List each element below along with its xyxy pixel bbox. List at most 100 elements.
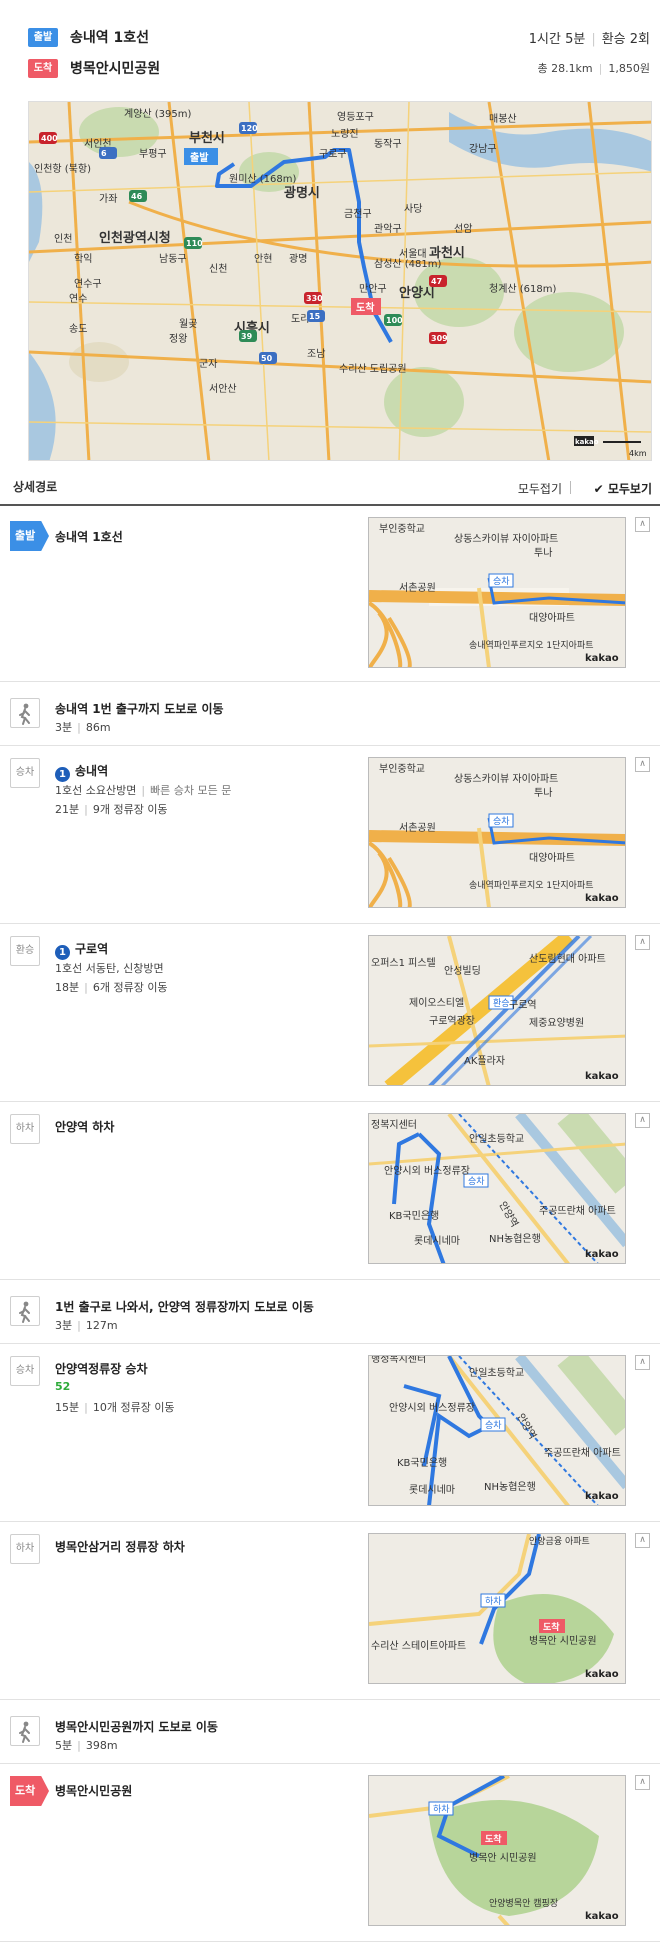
step-board-subway: 승차 1 송내역 1호선 소요산방면 | 빠른 승차 모든 문 21분 | 9개 정류장 …: [0, 746, 660, 924]
overview-map-label: 서안산: [209, 383, 237, 395]
collapse-button[interactable]: ∧: [635, 757, 650, 772]
overview-map-label: 만안구: [359, 283, 387, 295]
step-alight-bus: 하차 병목안삼거리 정류장 하차 하차 도착 안양금융 아파트 수리산 스테이트…: [0, 1522, 660, 1700]
overview-map-label: 노량진: [331, 128, 359, 140]
step-map-2-svg: 승차 부인중학교 상동스카이뷰 자이아파트 투나 서촌공원 대양아파트 송내역파…: [369, 758, 625, 907]
overview-map-label: 군자: [199, 358, 217, 370]
road-number-label: 330: [306, 294, 323, 303]
step-map-1[interactable]: 승차 부인중학교 상동스카이뷰 자이아파트 투나 서촌공원 대양아파트 송내역파…: [368, 517, 626, 668]
overview-map-label: 사당: [404, 203, 422, 215]
overview-map-label: 학익: [74, 253, 92, 265]
show-all-button[interactable]: ✔ 모두보기: [594, 480, 652, 497]
map-label: 롯데시네마: [414, 1235, 460, 1247]
overview-map-label: 영등포구: [337, 111, 374, 123]
step-map-2[interactable]: 승차 부인중학교 상동스카이뷰 자이아파트 투나 서촌공원 대양아파트 송내역파…: [368, 757, 626, 908]
overview-map-label: 원미산 (168m): [229, 173, 297, 185]
collapse-button[interactable]: ∧: [635, 1355, 650, 1370]
step-walk-2: 1번 출구로 나와서, 안양역 정류장까지 도보로 이동 3분 | 127m: [0, 1280, 660, 1344]
map-label: 대양아파트: [529, 852, 575, 864]
road-number-label: 47: [431, 277, 442, 286]
map-label: 투나: [534, 787, 552, 799]
collapse-button[interactable]: ∧: [635, 1533, 650, 1548]
road-number-label: 39: [241, 332, 253, 341]
map-label: 서촌공원: [399, 582, 436, 594]
map-marker: 환승: [493, 997, 510, 1009]
map-marker: 하차: [433, 1803, 450, 1815]
map-label: 부인중학교: [379, 523, 425, 535]
step-map-6-svg: 하차 도착 안양금융 아파트 수리산 스테이트아파트 병목안 시민공원 kaka…: [369, 1534, 625, 1683]
step-map-3[interactable]: 환승 오퍼스1 피스텔 안성빌딩 산도림현대 아파트 제이오스티엘 구로역광장 …: [368, 935, 626, 1086]
step-map-4[interactable]: 승차 정복지센터 안일초등학교 안양시외 버스정류장 안양역 KB국민은행 롯데…: [368, 1113, 626, 1264]
step-walk-1: 송내역 1번 출구까지 도보로 이동 3분 | 86m: [0, 682, 660, 746]
transfer-icon: 환승: [10, 936, 40, 966]
road-number-label: 15: [309, 312, 321, 321]
start-row: 출발 송내역 1호선 1시간 5분 | 환승 2회: [28, 24, 650, 50]
map-end-marker: 도착: [485, 1833, 502, 1845]
collapse-button[interactable]: ∧: [635, 1775, 650, 1790]
overview-map-label: 남동구: [159, 253, 187, 265]
step-meta: 21분 | 9개 정류장 이동: [55, 803, 168, 816]
overview-end-marker: 도착: [356, 301, 375, 314]
map-label: 정복지센터: [371, 1119, 417, 1131]
route-distance-fare: 총 28.1km | 1,850원: [537, 62, 650, 75]
map-logo: kakao: [585, 893, 619, 904]
overview-map-label: 안양시: [399, 285, 435, 301]
map-marker: 승차: [468, 1175, 485, 1187]
detail-route-bar: 상세경로 모두접기 ✔ 모두보기: [0, 470, 660, 506]
step-title: 병목안삼거리 정류장 하차: [55, 1540, 185, 1554]
map-label: 안양금융 아파트: [529, 1536, 590, 1547]
step-meta: 3분 | 86m: [55, 721, 111, 734]
overview-map-label: 안현: [254, 253, 272, 265]
overview-map-label: 정왕: [169, 333, 187, 345]
map-label: 안양시외 버스정류장: [389, 1402, 475, 1414]
overview-map-label: 조남: [307, 348, 325, 360]
overview-map-label: 금천구: [344, 208, 372, 220]
check-icon: ✔: [593, 482, 608, 496]
map-label: 투나: [534, 547, 552, 559]
overview-map-label: 인천: [54, 233, 72, 245]
overview-map-label: 구로구: [319, 149, 347, 160]
map-logo: kakao: [585, 653, 619, 664]
map-label: 안일초등학교: [469, 1133, 524, 1145]
step-map-7[interactable]: 하차 도착 병목안 시민공원 안양병목안 캠핑장 kakao: [368, 1775, 626, 1926]
end-badge: 도착: [28, 58, 58, 78]
step-title: 송내역 1호선: [55, 530, 123, 544]
overview-map-label: 강남구: [469, 143, 497, 155]
overview-map-label: 송도: [69, 323, 87, 335]
map-label: 대양아파트: [529, 612, 575, 624]
step-map-6[interactable]: 하차 도착 안양금융 아파트 수리산 스테이트아파트 병목안 시민공원 kaka…: [368, 1533, 626, 1684]
map-label: 서촌공원: [399, 822, 436, 834]
map-logo: kakao: [585, 1249, 619, 1260]
overview-start-marker: 출발: [190, 151, 209, 164]
overview-map-label: 청계산 (618m): [489, 283, 557, 295]
map-label: 병목안 시민공원: [529, 1635, 597, 1647]
step-title: 1 구로역: [55, 940, 108, 960]
overview-map-svg: 출발 도착 인천광역시청부천시광명시시흥시안양시과천시연수구영등포구동작구 강남구…: [29, 102, 651, 460]
walk-icon: [10, 1716, 40, 1746]
end-name: 병목안시민공원: [70, 61, 161, 77]
collapse-button[interactable]: ∧: [635, 1113, 650, 1128]
road-number-label: 50: [261, 354, 273, 363]
map-logo: kakao: [585, 1491, 619, 1502]
collapse-button[interactable]: ∧: [635, 935, 650, 950]
overview-map-label: 매봉산: [489, 113, 517, 125]
map-label: 안성빌딩: [444, 965, 481, 977]
overview-map-label: 선암: [454, 223, 472, 235]
road-number-label: 100: [386, 316, 403, 325]
overview-map-label: 도리: [291, 313, 309, 325]
collapse-button[interactable]: ∧: [635, 517, 650, 532]
route-header: 출발 송내역 1호선 1시간 5분 | 환승 2회 도착 병목안시민공원 총 28.…: [0, 0, 660, 94]
map-label: 행정복지센터: [371, 1356, 426, 1365]
step-title: 송내역 1번 출구까지 도보로 이동: [55, 702, 224, 716]
step-title: 1 송내역: [55, 762, 108, 782]
map-label: NH농협은행: [489, 1232, 541, 1245]
map-label: 안양병목안 캠핑장: [489, 1897, 558, 1909]
fold-all-button[interactable]: 모두접기: [518, 480, 562, 497]
step-map-5[interactable]: 승차 행정복지센터 안일초등학교 안양시외 버스정류장 안양역 KB국민은행 롯…: [368, 1355, 626, 1506]
map-label: 주공뜨란채 아파트: [539, 1205, 616, 1217]
step-end: 도착 병목안시민공원 하차 도착 병목안 시민공원 안양병목안 캠핑장 kaka…: [0, 1764, 660, 1942]
route-overview-map[interactable]: 출발 도착 인천광역시청 부천시 광명시 시흥시 안양시 과천시 연수구 영등포구 동작구 강남구…: [28, 101, 652, 461]
step-alight-subway: 하차 안양역 하차 승차 정복지센터 안일초등학교 안양시외 버스정류장 안양역…: [0, 1102, 660, 1280]
map-label: 주공뜨란채 아파트: [544, 1447, 621, 1459]
step-map-5-svg: 승차 행정복지센터 안일초등학교 안양시외 버스정류장 안양역 KB국민은행 롯…: [369, 1356, 625, 1505]
